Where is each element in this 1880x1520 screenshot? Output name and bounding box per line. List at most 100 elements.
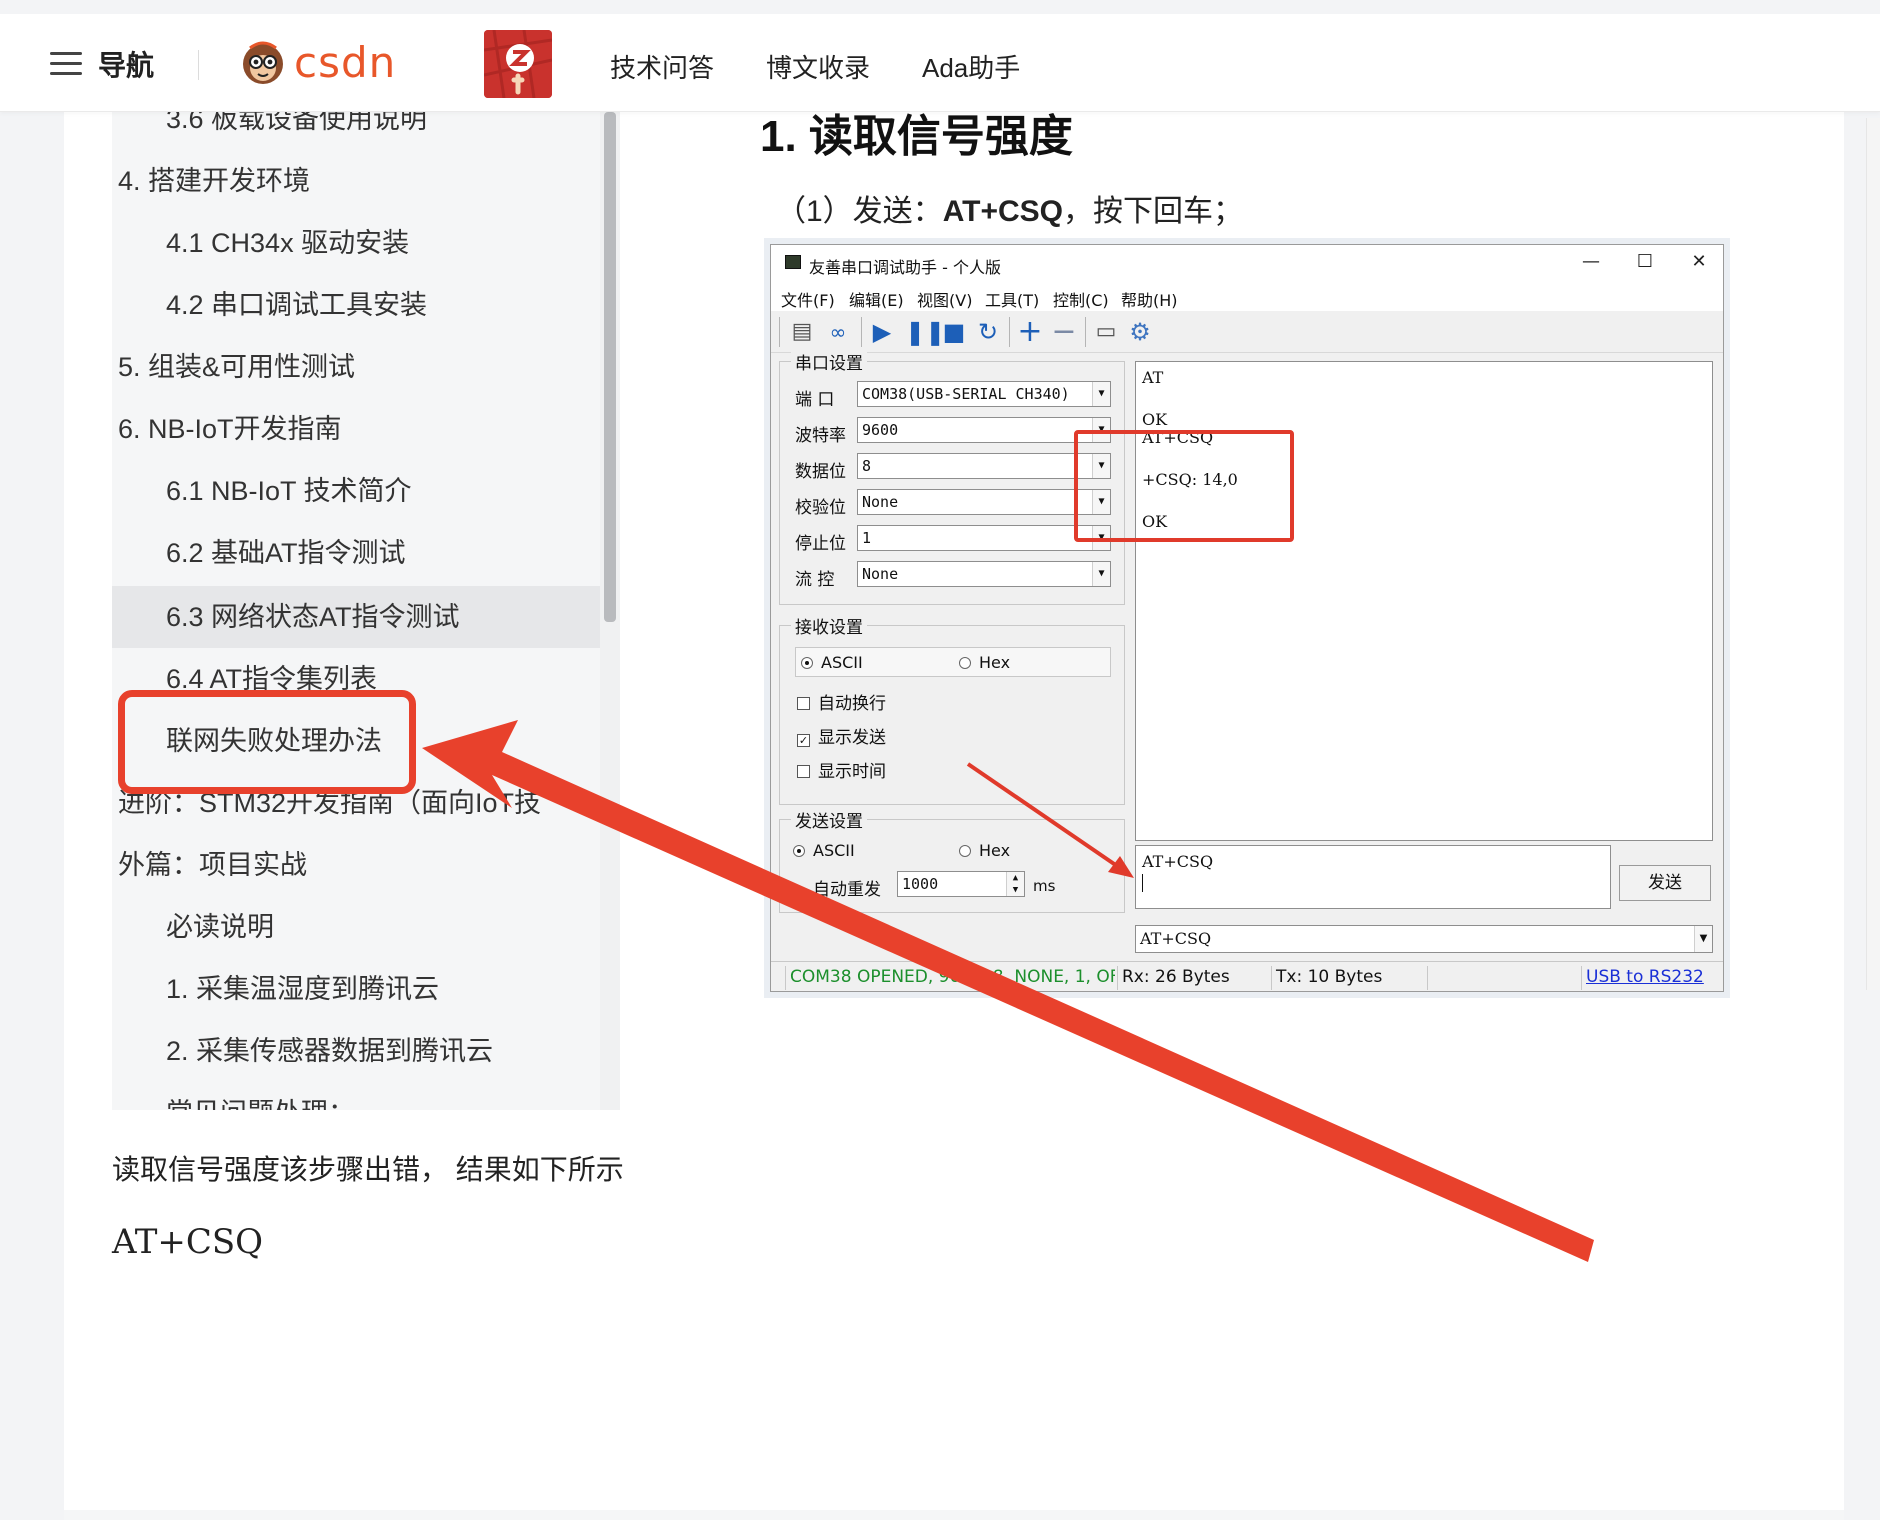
receive-hex-option: Hex	[959, 653, 1010, 672]
nav-link-blog-collection[interactable]: 博文收录	[766, 48, 870, 85]
menu-tools: 工具(T)	[985, 291, 1040, 310]
show-time-checkbox: 显示时间	[797, 757, 886, 782]
serial-tool-screenshot: 友善串口调试助手 - 个人版 — ☐ ✕ 文件(F) 编辑(E) 视图(V) 工…	[770, 244, 1724, 992]
toc-item[interactable]: 1. 采集温湿度到腾讯云	[112, 958, 604, 1020]
rx-count: Rx: 26 Bytes	[1117, 966, 1271, 990]
toc-item[interactable]: 4. 搭建开发环境	[112, 150, 604, 212]
stop-icon: ■	[942, 318, 966, 346]
chevron-down-icon: ▼	[1092, 382, 1110, 406]
send-ascii-option: ASCII	[793, 841, 855, 860]
nav-link-ada-assistant[interactable]: Ada助手	[922, 48, 1020, 85]
parity-label: 校验位	[795, 498, 846, 518]
auto-resend-label: 自动重发	[813, 880, 881, 900]
toc-sidebar: 3.6 板载设备使用说明 4. 搭建开发环境 4.1 CH34x 驱动安装 4.…	[112, 112, 620, 1110]
text-cursor	[1142, 874, 1143, 892]
radio-icon	[959, 657, 971, 669]
toc-item[interactable]: 6.2 基础AT指令测试	[112, 522, 604, 584]
usb-rs232-link: USB to RS232	[1581, 966, 1715, 990]
send-history-select: AT+CSQ ▼	[1135, 925, 1713, 953]
menu-icon[interactable]	[50, 50, 82, 78]
toc-item[interactable]: 2. 采集传感器数据到腾讯云	[112, 1020, 604, 1082]
menu-control: 控制(C)	[1053, 291, 1109, 310]
code-snippet: AT+CSQ	[112, 1222, 264, 1262]
checkmark-icon: ✓	[797, 734, 810, 747]
show-send-checkbox: ✓ 显示发送	[797, 728, 886, 748]
menu-help: 帮助(H)	[1121, 291, 1178, 310]
stopbits-select: 1 ▼	[857, 525, 1111, 551]
auto-resend-unit: ms	[1033, 877, 1056, 895]
play-icon: ▶	[872, 318, 892, 346]
nav-link-tech-qa[interactable]: 技术问答	[610, 48, 714, 85]
parity-select: None ▼	[857, 489, 1111, 515]
send-settings-label: 发送设置	[791, 807, 867, 832]
loop-icon: ∞	[829, 320, 847, 344]
databits-select: 8 ▼	[857, 453, 1111, 479]
flowcontrol-label: 流 控	[795, 570, 835, 590]
document-icon: ▤	[791, 319, 813, 344]
page-scrollbar[interactable]	[1866, 118, 1880, 990]
toc-item[interactable]: 必读说明	[112, 896, 604, 958]
window-titlebar: 友善串口调试助手 - 个人版 — ☐ ✕	[771, 245, 1723, 281]
toc-item-active[interactable]: 6.3 网络状态AT指令测试	[112, 586, 604, 648]
toc-item[interactable]: 5. 组装&可用性测试	[112, 336, 604, 398]
port-status: COM38 OPENED, 9600, 8, NONE, 1, OFF	[785, 966, 1115, 990]
toc-item[interactable]: 3.6 板载设备使用说明	[112, 112, 604, 150]
toc-item[interactable]: 4.2 串口调试工具安装	[112, 274, 604, 336]
window-title: 友善串口调试助手 - 个人版	[809, 258, 1001, 277]
stopbits-label: 停止位	[795, 534, 846, 554]
toc-scrollbar-thumb[interactable]	[604, 112, 616, 622]
zoom-in-icon: +	[1017, 314, 1043, 349]
response-highlight-box	[1074, 430, 1294, 542]
app-window-icon	[785, 255, 801, 269]
window-layout-icon: ▭	[1095, 319, 1117, 344]
auto-resend-input: 1000 ▲ ▼	[897, 871, 1025, 897]
radio-selected-icon	[793, 845, 805, 857]
toc-item[interactable]: 常见问题处理：	[112, 1082, 604, 1110]
page-footer-strip	[64, 1510, 1844, 1520]
maximize-icon: ☐	[1636, 251, 1654, 272]
auto-wrap-checkbox: 自动换行	[797, 689, 886, 714]
tx-count: Tx: 10 Bytes	[1271, 966, 1427, 990]
menu-edit: 编辑(E)	[849, 291, 904, 310]
zoom-out-icon: −	[1051, 314, 1077, 349]
baud-label: 波特率	[795, 426, 846, 446]
step-instruction: （1）发送：AT+CSQ，按下回车；	[776, 195, 1243, 228]
toc-item[interactable]: 6. NB-IoT开发指南	[112, 398, 604, 460]
body-paragraph: 读取信号强度该步骤出错， 结果如下所示	[112, 1154, 624, 1185]
port-settings-label: 串口设置	[791, 349, 867, 374]
toc-item[interactable]: 6.1 NB-IoT 技术简介	[112, 460, 604, 522]
toc-item[interactable]: 4.1 CH34x 驱动安装	[112, 212, 604, 274]
send-input-area: AT+CSQ	[1135, 845, 1611, 909]
flowcontrol-select: None ▼	[857, 561, 1111, 587]
csdn-wordmark: CSDN	[294, 38, 397, 87]
chevron-down-icon: ▼	[1694, 926, 1712, 952]
nav-label[interactable]: 导航	[98, 44, 154, 84]
window-menubar: 文件(F) 编辑(E) 视图(V) 工具(T) 控制(C) 帮助(H)	[771, 281, 1723, 311]
window-statusbar: COM38 OPENED, 9600, 8, NONE, 1, OFF Rx: …	[771, 961, 1723, 991]
gear-icon: ⚙	[1129, 318, 1151, 346]
send-hex-option: Hex	[959, 841, 1010, 860]
step-command: AT+CSQ	[942, 195, 1063, 228]
radio-selected-icon	[801, 657, 813, 669]
menu-view: 视图(V)	[917, 291, 973, 310]
nav-divider	[198, 50, 199, 80]
top-navigation-bar: 导航 CSDN 技术问答 博文收录 Ada助手	[0, 0, 1880, 112]
baud-select: 9600 ▼	[857, 417, 1111, 443]
menu-file: 文件(F)	[781, 291, 835, 310]
app-badge-icon[interactable]	[484, 30, 552, 98]
databits-label: 数据位	[795, 462, 846, 482]
receive-settings-label: 接收设置	[791, 613, 867, 638]
spinner-icon: ▲ ▼	[1006, 872, 1024, 896]
csdn-logo[interactable]: CSDN	[238, 38, 402, 90]
port-select: COM38(USB-SERIAL CH340) ▼	[857, 381, 1111, 407]
chevron-down-icon: ▼	[1092, 562, 1110, 586]
refresh-icon: ↻	[977, 318, 999, 346]
minimize-icon: —	[1582, 251, 1600, 272]
radio-icon	[959, 845, 971, 857]
receive-ascii-option: ASCII	[801, 653, 863, 672]
close-icon: ✕	[1691, 251, 1707, 272]
send-button: 发送	[1619, 865, 1711, 901]
toc-item[interactable]: 外篇：项目实战	[112, 834, 604, 896]
toc-highlight-box	[118, 690, 416, 794]
port-label: 端 口	[795, 390, 835, 410]
